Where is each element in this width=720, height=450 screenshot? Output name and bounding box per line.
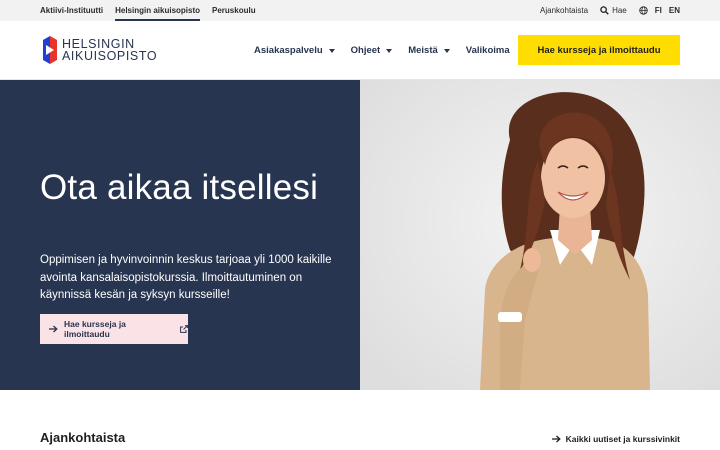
language-en[interactable]: EN	[669, 6, 680, 15]
chevron-down-icon	[386, 48, 393, 53]
apply-courses-button[interactable]: Hae kursseja ja ilmoittaudu	[518, 35, 680, 65]
logo-text: HELSINGIN AIKUISOPISTO	[62, 38, 158, 63]
utility-links: Ajankohtaista Hae FI EN	[540, 0, 680, 21]
all-news-link[interactable]: Kaikki uutiset ja kurssivinkit	[551, 434, 680, 444]
nav-meista-label: Meistä	[408, 45, 438, 56]
chevron-down-icon	[328, 48, 335, 53]
current-label: Ajankohtaista	[540, 6, 589, 15]
main-nav: Asiakaspalvelu Ohjeet Meistä Valikoima	[254, 21, 510, 80]
all-news-label: Kaikki uutiset ja kurssivinkit	[565, 434, 680, 444]
nav-valikoima[interactable]: Valikoima	[466, 45, 510, 56]
hero: Ota aikaa itsellesi Oppimisen ja hyvinvo…	[0, 80, 720, 390]
nav-asiakaspalvelu-label: Asiakaspalvelu	[254, 45, 323, 56]
logo-line2: AIKUISOPISTO	[62, 49, 158, 63]
hero-apply-button[interactable]: Hae kursseja ja ilmoittaudu	[40, 314, 188, 344]
nav-asiakaspalvelu[interactable]: Asiakaspalvelu	[254, 45, 335, 56]
site-header: HELSINGIN AIKUISOPISTO Asiakaspalvelu Oh…	[0, 21, 720, 80]
search-icon	[600, 6, 609, 15]
globe-icon	[639, 6, 648, 15]
nav-ohjeet-label: Ohjeet	[350, 45, 381, 56]
nav-meista[interactable]: Meistä	[408, 45, 450, 56]
current-link[interactable]: Ajankohtaista	[540, 6, 588, 15]
language-switcher: FI EN	[639, 6, 680, 15]
arrow-right-icon	[49, 325, 58, 333]
hero-apply-label: Hae kursseja ja ilmoittaudu	[64, 319, 126, 339]
logo-mark-icon	[43, 36, 57, 64]
tab-peruskoulu[interactable]: Peruskoulu	[212, 0, 256, 21]
hero-title: Ota aikaa itsellesi	[40, 168, 319, 207]
woman-photo-illustration	[360, 80, 720, 390]
site-tabs: Aktiivi-Instituutti Helsingin aikuisopis…	[40, 0, 256, 21]
hero-text: Oppimisen ja hyvinvoinnin keskus tarjoaa…	[40, 254, 332, 301]
chevron-down-icon	[443, 48, 450, 53]
hero-panel: Ota aikaa itsellesi Oppimisen ja hyvinvo…	[0, 80, 360, 390]
utility-bar: Aktiivi-Instituutti Helsingin aikuisopis…	[0, 0, 720, 21]
nav-valikoima-label: Valikoima	[465, 45, 510, 56]
tab-aktiivi-instituutti[interactable]: Aktiivi-Instituutti	[40, 0, 103, 21]
arrow-right-icon	[551, 435, 561, 443]
nav-ohjeet[interactable]: Ohjeet	[351, 45, 393, 56]
search-button[interactable]: Hae	[600, 6, 627, 15]
search-label: Hae	[612, 6, 627, 15]
language-fi[interactable]: FI	[655, 6, 662, 15]
hero-photo	[360, 80, 720, 390]
tab-helsingin-aikuisopisto[interactable]: Helsingin aikuisopisto	[115, 0, 200, 21]
logo[interactable]: HELSINGIN AIKUISOPISTO	[43, 36, 157, 64]
external-link-icon	[180, 325, 188, 333]
news-title: Ajankohtaista	[40, 430, 126, 445]
